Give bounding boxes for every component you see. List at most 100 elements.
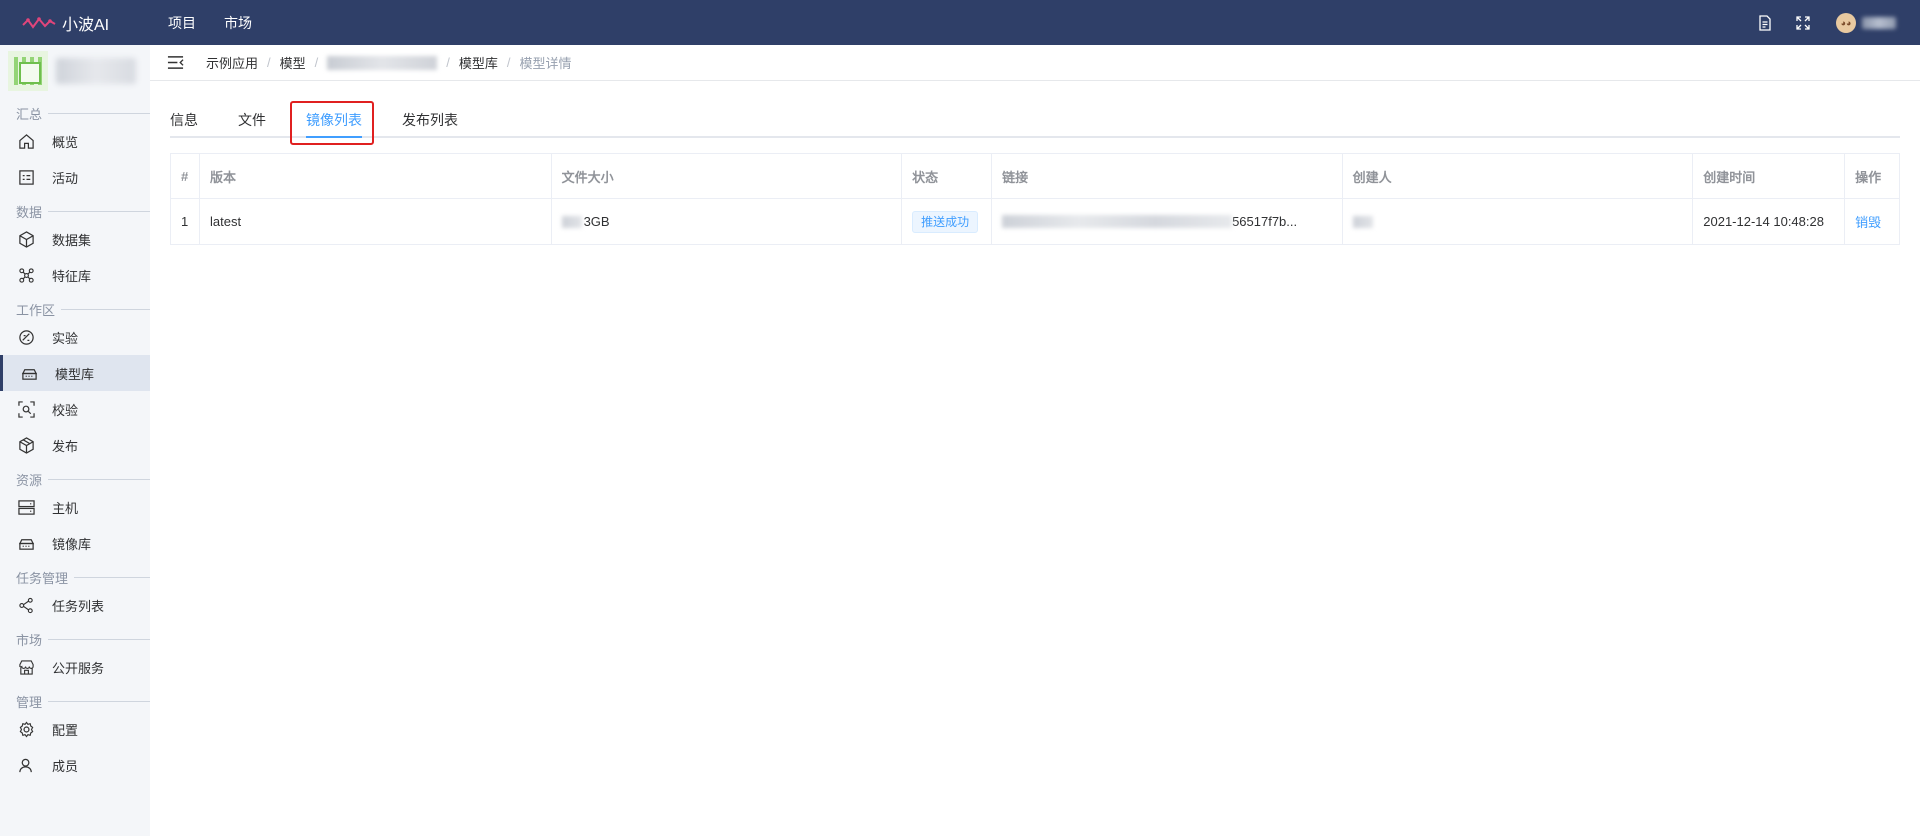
sidebar-item-label: 概览	[52, 134, 79, 150]
breadcrumb-redacted[interactable]	[327, 55, 438, 70]
app-name: 小波AI	[62, 16, 110, 34]
user-icon	[17, 756, 35, 774]
sidebar-item-label: 活动	[52, 170, 79, 186]
sidebar-item-label: 任务列表	[52, 598, 105, 614]
group-label: 数据	[16, 201, 49, 221]
tab-publish-list[interactable]: 发布列表	[402, 110, 458, 130]
sidebar: 汇总 概览 活动 数据 数据集 特征库 工作区 实验 模型库 校验 发布 资源 …	[0, 45, 150, 836]
destroy-button[interactable]: 销毁	[1855, 212, 1881, 231]
project-header[interactable]	[0, 45, 150, 97]
model-icon	[20, 364, 38, 382]
sidebar-item-publish[interactable]: 发布	[0, 427, 150, 463]
breadcrumb-app[interactable]: 示例应用	[206, 53, 258, 72]
column-header: #	[171, 154, 200, 198]
group-data: 数据	[0, 201, 150, 221]
tab-files[interactable]: 文件	[238, 110, 266, 130]
row-index: 1	[171, 199, 200, 244]
sidebar-item-overview[interactable]: 概览	[0, 123, 150, 159]
scan-icon	[17, 400, 35, 418]
store-icon	[17, 658, 35, 676]
column-header: 版本	[200, 154, 552, 198]
fullscreen-icon[interactable]	[1794, 14, 1812, 32]
sidebar-item-public-services[interactable]: 公开服务	[0, 649, 150, 685]
project-avatar	[8, 51, 48, 91]
link-redacted	[1002, 215, 1233, 228]
group-label: 任务管理	[16, 567, 75, 587]
size-value: 3GB	[583, 214, 610, 229]
link-value[interactable]: 56517f7b...	[1232, 214, 1297, 229]
document-icon[interactable]	[1756, 14, 1774, 32]
group-workspace: 工作区	[0, 299, 150, 319]
group-label: 管理	[16, 691, 49, 711]
activity-icon	[17, 168, 35, 186]
breadcrumb-model-repo[interactable]: 模型库	[459, 53, 498, 72]
group-label: 汇总	[16, 103, 49, 123]
sidebar-item-label: 镜像库	[52, 536, 92, 552]
sidebar-item-datasets[interactable]: 数据集	[0, 221, 150, 257]
menu-fold-icon[interactable]	[166, 54, 184, 72]
image-repo-icon	[17, 534, 35, 552]
status-badge: 推送成功	[912, 210, 979, 233]
row-action: 销毁	[1845, 199, 1899, 244]
column-header: 操作	[1855, 169, 1882, 185]
group-label: 资源	[16, 469, 49, 489]
row-creator	[1343, 199, 1694, 244]
sidebar-item-config[interactable]: 配置	[0, 711, 150, 747]
highlight-box	[290, 101, 374, 145]
gear-icon	[17, 720, 35, 738]
topbar-actions: ◕◕	[1756, 0, 1920, 45]
sidebar-item-label: 发布	[52, 438, 79, 454]
group-summary: 汇总	[0, 103, 150, 123]
column-header: 状态	[902, 154, 993, 198]
top-nav: 项目 市场	[140, 13, 252, 33]
sidebar-item-features[interactable]: 特征库	[0, 257, 150, 293]
sidebar-item-hosts[interactable]: 主机	[0, 489, 150, 525]
column-header: 链接	[992, 154, 1343, 198]
column-header: 创建人	[1343, 154, 1694, 198]
share-icon	[17, 596, 35, 614]
logo-wave-icon	[22, 16, 56, 29]
avatar[interactable]: ◕◕	[1836, 12, 1856, 33]
graph-icon	[17, 266, 35, 284]
breadcrumb-bar: 示例应用 / 模型 / / 模型库 / 模型详情	[150, 45, 1920, 81]
sidebar-item-label: 特征库	[52, 268, 92, 284]
group-label: 工作区	[16, 299, 62, 319]
topnav-market[interactable]: 市场	[224, 13, 252, 33]
top-bar: 小波AI 项目 市场 ◕◕	[0, 0, 1920, 45]
group-tasks: 任务管理	[0, 567, 150, 587]
image-table: # 版本 文件大小 状态 链接 创建人 创建时间 操作 1 latest 3GB…	[170, 153, 1900, 245]
group-admin: 管理	[0, 691, 150, 711]
sidebar-item-image-repo[interactable]: 镜像库	[0, 525, 150, 561]
cube-icon	[17, 230, 35, 248]
sidebar-item-label: 数据集	[52, 232, 92, 248]
sidebar-item-label: 实验	[52, 330, 79, 346]
sidebar-item-label: 成员	[52, 758, 79, 774]
experiment-icon	[17, 328, 35, 346]
tab-info[interactable]: 信息	[170, 110, 198, 130]
topnav-projects[interactable]: 项目	[168, 13, 196, 33]
column-header: 文件大小	[552, 154, 903, 198]
sidebar-item-validate[interactable]: 校验	[0, 391, 150, 427]
server-icon	[17, 498, 35, 516]
sidebar-item-experiment[interactable]: 实验	[0, 319, 150, 355]
logo[interactable]: 小波AI	[22, 11, 140, 35]
table-row: 1 latest 3GB 推送成功 56517f7b... 2021-12-14…	[171, 199, 1899, 244]
username-redacted[interactable]	[1862, 16, 1896, 29]
sidebar-item-activity[interactable]: 活动	[0, 159, 150, 195]
sidebar-item-task-list[interactable]: 任务列表	[0, 587, 150, 623]
project-name-redacted	[56, 58, 136, 84]
column-header: 创建时间	[1693, 154, 1846, 198]
sidebar-item-model-repo[interactable]: 模型库	[0, 355, 150, 391]
sidebar-item-label: 校验	[52, 402, 79, 418]
group-resources: 资源	[0, 469, 150, 489]
creator-redacted	[1352, 215, 1373, 228]
sidebar-item-label: 公开服务	[52, 660, 105, 676]
detail-tabs: 信息 文件 镜像列表 发布列表	[170, 100, 1900, 138]
row-link: 56517f7b...	[992, 199, 1343, 244]
sidebar-item-label: 主机	[52, 500, 79, 516]
breadcrumb-model-detail: 模型详情	[519, 56, 572, 71]
sidebar-item-members[interactable]: 成员	[0, 747, 150, 783]
breadcrumb-model[interactable]: 模型	[280, 53, 306, 72]
row-size: 3GB	[552, 199, 903, 244]
home-icon	[17, 132, 35, 150]
